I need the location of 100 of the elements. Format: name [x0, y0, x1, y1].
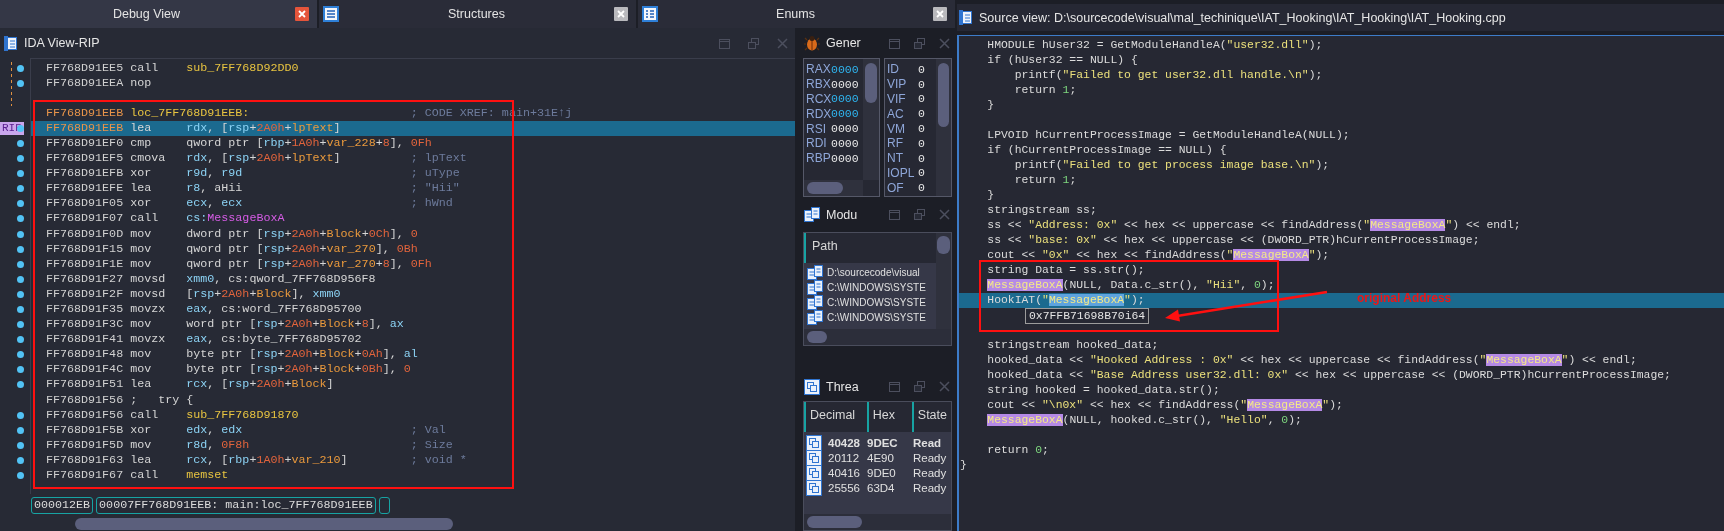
code-line[interactable]: if (hUser32 == NULL) { — [959, 52, 1724, 68]
column-header[interactable]: Decimal — [804, 402, 867, 432]
value-tooltip: 0x7FFB71698B70i64 — [1025, 308, 1150, 324]
flag-name: IOPL — [887, 165, 916, 180]
code-line[interactable]: stringstream hooked_data; — [959, 337, 1724, 353]
register-name: RCX — [806, 92, 831, 106]
flag-value: 0 — [918, 62, 925, 76]
tab[interactable]: Enums — [638, 0, 955, 28]
module-row[interactable]: D:\sourcecode\visual — [804, 265, 936, 280]
code-line[interactable]: if (hCurrentProcessImage == NULL) { — [959, 142, 1724, 158]
tab[interactable]: Structures — [319, 0, 636, 28]
flag-name: ID — [887, 62, 900, 77]
code-line[interactable]: cout << "0x" << hex << findAddress("MessageBoxA"); — [959, 247, 1724, 263]
code-line[interactable]: return 1; — [959, 172, 1724, 188]
disassembly-line[interactable]: FF768D91F07 call cs:MessageBoxA — [31, 211, 795, 227]
flag-value: 0 — [918, 166, 925, 180]
code-line[interactable]: hooked_data << "Base Address user32.dll: 0x" << hex << uppercase << (DWORD_PTR)hCurrentProcessImage; — [959, 367, 1724, 383]
register-value: 0000 — [831, 122, 859, 136]
disassembly-line[interactable]: FF768D91F63 lea rcx, [rbp+1A0h+var_210] ; void * — [31, 452, 795, 469]
code-line[interactable]: ss << "base: 0x" << hex << uppercase << (DWORD_PTR)hCurrentProcessImage; — [959, 232, 1724, 248]
disassembly-line[interactable]: FF768D91F3C mov word ptr [rsp+2A0h+Block+8], ax — [31, 317, 795, 333]
code-line[interactable]: return 1; — [959, 82, 1724, 98]
code-line[interactable]: HMODULE hUser32 = GetModuleHandleA("user32.dll"); — [959, 37, 1724, 53]
flag-value: 0 — [918, 151, 925, 165]
register-name: RBX — [806, 77, 831, 92]
register-name: RAX — [806, 62, 831, 77]
register-name: RSI — [806, 121, 827, 136]
module-row[interactable]: C:\WINDOWS\SYSTE — [804, 295, 936, 310]
code-line[interactable]: LPVOID hCurrentProcessImage = GetModuleHandleA(NULL); — [959, 127, 1724, 143]
panel-title: Modu — [826, 207, 858, 222]
register-value: 0000 — [831, 107, 859, 121]
code-line[interactable]: return 0; — [959, 442, 1724, 458]
register-name: RDX — [806, 106, 831, 121]
disassembly-line[interactable]: FF768D91F48 mov byte ptr [rsp+2A0h+Block+0Ah], al — [31, 347, 795, 363]
flag-value: 0 — [918, 136, 925, 150]
disassembly-line[interactable]: FF768D91F4C mov byte ptr [rsp+2A0h+Block+0Bh], 0 — [31, 362, 795, 378]
code-line[interactable]: ss << "Address: 0x" << hex << uppercase << findAddress("MessageBoxA") << endl; — [959, 217, 1724, 233]
register-name: RDI — [806, 136, 828, 151]
annotation-label: original Address — [1357, 291, 1452, 305]
disassembly-line[interactable]: FF768D91F1E mov qword ptr [rsp+2A0h+var_270+8], 0Fh — [31, 256, 795, 272]
flag-value: 0 — [918, 107, 925, 121]
disassembly-line[interactable]: FF768D91F41 movzx eax, cs:byte_7FF768D95702 — [31, 332, 795, 348]
column-header[interactable]: State — [911, 402, 951, 432]
tab[interactable]: Debug View — [0, 0, 317, 28]
panel-title: IDA View-RIP — [24, 36, 100, 50]
column-header[interactable]: Hex — [866, 402, 912, 432]
code-line[interactable]: } — [959, 457, 1724, 473]
code-line[interactable]: printf("Failed to get user32.dll handle.\n"); — [959, 67, 1724, 83]
status-field: 00007FF768D91EEB: main:loc_7FF768D91EEB — [96, 496, 376, 514]
module-row[interactable]: C:\WINDOWS\SYSTE — [804, 280, 936, 295]
thread-row[interactable]: 40428 9DEC Read — [804, 435, 951, 450]
disassembly-line[interactable]: FF768D91EF5 cmova rdx, [rsp+2A0h+lpText] ; lpText — [31, 151, 795, 167]
flag-name: VIF — [887, 92, 907, 106]
code-line[interactable]: string Data = ss.str(); — [959, 262, 1724, 278]
code-line[interactable]: } — [959, 97, 1724, 113]
disassembly-line[interactable]: FF768D91EFE lea r8, aHii ; "Hii" — [31, 181, 795, 197]
disassembly-line[interactable]: FF768D91F05 xor ecx, ecx ; hWnd — [31, 196, 795, 212]
disassembly-line[interactable]: FF768D91EEA nop — [31, 75, 795, 91]
flag-name: VM — [887, 121, 906, 136]
register-name: RBP — [806, 151, 831, 166]
disassembly-line[interactable]: FF768D91EF0 cmp qword ptr [rbp+1A0h+var_228+8], 0Fh — [31, 135, 795, 152]
disassembly-line[interactable]: FF768D91EE5 call sub_7FF768D92DD0 — [31, 60, 795, 76]
flag-name: NT — [887, 151, 904, 166]
disassembly-line[interactable]: FF768D91F35 movzx eax, cs:word_7FF768D95700 — [31, 302, 795, 318]
disassembly-line[interactable]: FF768D91F5D mov r8d, 0F8h ; Size — [31, 437, 795, 453]
panel-title: Gener — [826, 36, 861, 50]
disassembly-line[interactable]: FF768D91F5B xor edx, edx ; Val — [31, 422, 795, 438]
code-line[interactable]: hooked_data << "Hooked Address : 0x" << hex << uppercase << findAddress("MessageBoxA") << endl; — [959, 352, 1724, 368]
code-line[interactable]: cout << "\n0x" << hex << findAddress("MessageBoxA"); — [959, 397, 1724, 413]
thread-row[interactable]: 20112 4E90 Ready — [804, 450, 951, 465]
disassembly-line[interactable]: FF768D91F51 lea rcx, [rsp+2A0h+Block] — [31, 377, 795, 393]
register-value: 0000 — [831, 77, 859, 91]
thread-row[interactable]: 25556 63D4 Ready — [804, 480, 951, 495]
flag-name: RF — [887, 136, 904, 151]
flag-value: 0 — [918, 122, 925, 136]
disassembly-line[interactable]: FF768D91F0D mov dword ptr [rsp+2A0h+Block+0Ch], 0 — [31, 226, 795, 242]
panel-title: Source view: D:\sourcecode\visual\mal_techinique\IAT_Hooking\IAT_Hooking\IAT_Hooking.cpp — [979, 10, 1506, 25]
flag-name: AC — [887, 106, 905, 121]
thread-row[interactable]: 40416 9DE0 Ready — [804, 465, 951, 480]
code-line[interactable]: } — [959, 187, 1724, 203]
flag-value: 0 — [918, 92, 925, 106]
flag-name: VIP — [887, 77, 908, 92]
disassembly-line[interactable]: FF768D91F56 ; try { — [31, 392, 795, 408]
disassembly-line[interactable]: FF768D91F56 call sub_7FF768D91870 — [31, 407, 795, 423]
register-value: 0000 — [831, 151, 859, 165]
flag-value: 0 — [918, 77, 925, 91]
disassembly-line[interactable]: FF768D91F27 movsd xmm0, cs:qword_7FF768D956F8 — [31, 271, 795, 287]
column-header[interactable]: Path — [804, 233, 936, 263]
code-line[interactable]: stringstream ss; — [959, 202, 1724, 218]
disassembly-line[interactable]: FF768D91EFB xor r9d, r9d ; uType — [31, 166, 795, 182]
status-field: 000012EB — [31, 496, 94, 514]
register-value: 0000 — [831, 62, 859, 76]
module-row[interactable]: C:\WINDOWS\SYSTE — [804, 310, 936, 325]
disassembly-line[interactable]: FF768D91F15 mov qword ptr [rsp+2A0h+var_270], 0Bh — [31, 241, 795, 257]
disassembly-line[interactable]: FF768D91F2F movsd [rsp+2A0h+Block], xmm0 — [31, 286, 795, 302]
register-value: 0000 — [831, 92, 859, 106]
code-line[interactable]: string hooked = hooked_data.str(); — [959, 382, 1724, 398]
code-line[interactable]: printf("Failed to get process image base.\n"); — [959, 157, 1724, 173]
flag-name: OF — [887, 180, 905, 195]
disassembly-line[interactable]: FF768D91F67 call memset — [31, 468, 795, 484]
